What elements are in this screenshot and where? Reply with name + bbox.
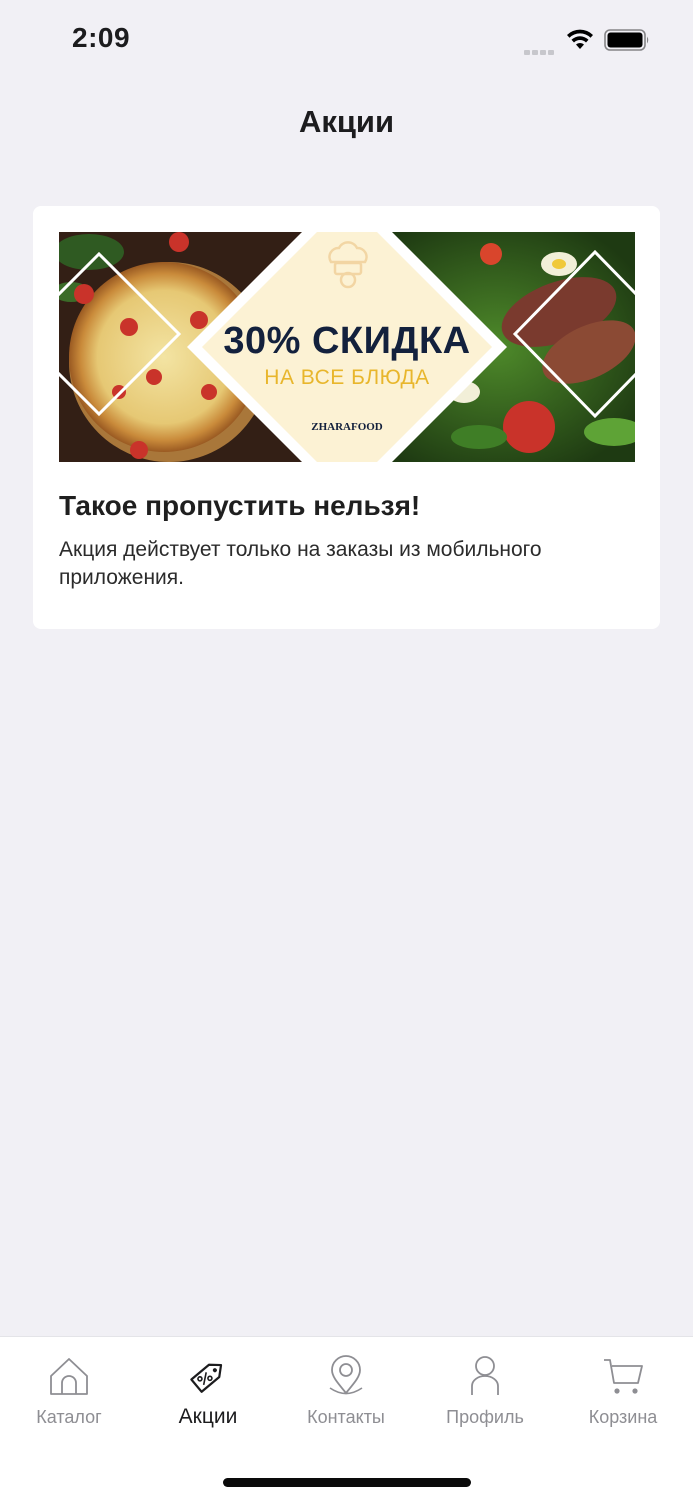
wifi-icon: [567, 29, 593, 49]
user-icon: [471, 1356, 499, 1395]
tab-profile[interactable]: Профиль: [416, 1355, 554, 1439]
tab-bar: Каталог Акции Контакты Профиль Корзина: [0, 1336, 693, 1500]
banner-headline: 30% СКИДКА: [223, 320, 471, 362]
tab-contacts[interactable]: Контакты: [277, 1355, 415, 1439]
tab-label-profile: Профиль: [446, 1407, 524, 1427]
tab-promotions[interactable]: Акции: [139, 1355, 277, 1439]
tab-label-promotions: Акции: [178, 1405, 238, 1428]
promo-description: Акция действует только на заказы из моби…: [59, 538, 542, 589]
home-icon: [50, 1358, 88, 1395]
tab-catalog[interactable]: Каталог: [0, 1355, 138, 1439]
page-title: Акции: [298, 104, 395, 139]
home-indicator[interactable]: [223, 1478, 471, 1487]
price-tag-icon: [190, 1363, 223, 1393]
location-pin-icon: [329, 1355, 363, 1395]
banner-subline: НА ВСЕ БЛЮДА: [264, 366, 430, 389]
promo-banner-image[interactable]: 30% СКИДКА НА ВСЕ БЛЮДА ZHARAFOOD: [59, 232, 635, 462]
tab-label-cart: Корзина: [588, 1407, 658, 1427]
status-bar: 2:09: [0, 0, 693, 80]
tab-cart[interactable]: Корзина: [554, 1355, 692, 1439]
promo-card[interactable]: 30% СКИДКА НА ВСЕ БЛЮДА ZHARAFOOD Такое …: [33, 206, 660, 629]
tab-label-contacts: Контакты: [307, 1407, 385, 1427]
tab-label-catalog: Каталог: [36, 1407, 102, 1427]
battery-icon: [604, 29, 649, 51]
banner-brand-logo: ZHARAFOOD: [311, 421, 383, 433]
promo-title: Такое пропустить нельзя!: [59, 490, 421, 521]
status-time: 2:09: [72, 22, 131, 53]
cellular-signal-icon: [524, 42, 558, 55]
cart-icon: [604, 1359, 643, 1394]
promotions-screen: 2:09 Акции 30% СКИДКА НА ВСЕ БЛЮДА ZHARA…: [0, 0, 693, 1500]
